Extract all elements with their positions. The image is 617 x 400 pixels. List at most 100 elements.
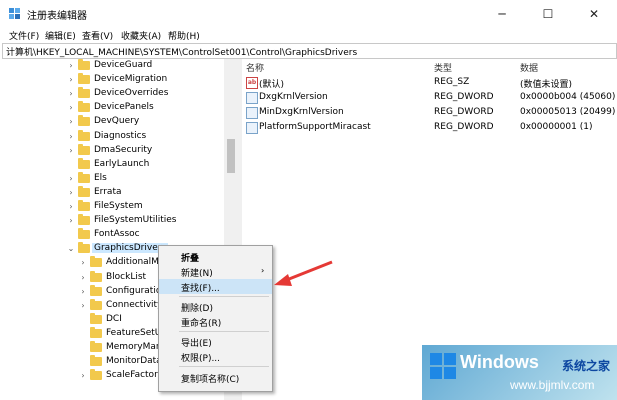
chevron-right-icon[interactable]: › xyxy=(66,73,76,87)
tree-item-label: BlockList xyxy=(106,271,147,282)
folder-icon xyxy=(78,143,90,155)
value-data: 0x00000001 (1) xyxy=(520,122,593,132)
menu-item-rename[interactable]: 重命名(R) xyxy=(159,314,272,329)
chevron-right-icon[interactable]: › xyxy=(78,256,88,270)
menu-item-permissions[interactable]: 权限(P)... xyxy=(159,349,272,364)
regedit-window: 注册表编辑器 ─ ☐ ✕ 文件(F) 编辑(E) 查看(V) 收藏夹(A) 帮助… xyxy=(0,0,617,400)
folder-icon xyxy=(78,242,90,254)
menu-item-collapse[interactable]: 折叠 xyxy=(159,249,272,264)
folder-icon xyxy=(78,214,90,226)
address-bar[interactable]: 计算机\HKEY_LOCAL_MACHINE\SYSTEM\ControlSet… xyxy=(2,43,617,59)
value-type: REG_SZ xyxy=(434,77,470,87)
table-row[interactable]: DxgKrnlVersion REG_DWORD 0x0000b004 (45060… xyxy=(244,91,617,105)
menu-item-export[interactable]: 导出(E) xyxy=(159,334,272,349)
maximize-button[interactable]: ☐ xyxy=(525,0,571,28)
menu-view[interactable]: 查看(V) xyxy=(82,29,113,42)
chevron-right-icon[interactable]: › xyxy=(78,285,88,299)
column-header-type[interactable]: 类型 xyxy=(434,61,452,74)
tree-item-label: Errata xyxy=(94,186,122,197)
chevron-right-icon: › xyxy=(261,266,265,275)
menu-favorites[interactable]: 收藏夹(A) xyxy=(121,29,161,42)
tree-item-label: ScaleFactors xyxy=(106,370,163,381)
menu-bar: 文件(F) 编辑(E) 查看(V) 收藏夹(A) 帮助(H) xyxy=(0,28,617,43)
delete-label: 删除(D) xyxy=(181,304,213,314)
value-name: PlatformSupportMiracast xyxy=(259,122,371,132)
folder-icon xyxy=(90,355,102,367)
table-row[interactable]: MinDxgKrnlVersion REG_DWORD 0x00005013 (20… xyxy=(244,106,617,120)
site-watermark: Windows 系统之家 www.bjjmlv.com xyxy=(422,345,617,400)
folder-icon xyxy=(78,73,90,85)
menu-edit[interactable]: 编辑(E) xyxy=(45,29,76,42)
menu-help[interactable]: 帮助(H) xyxy=(168,29,200,42)
tree-item-label: DeviceMigration xyxy=(94,74,168,85)
menu-item-find[interactable]: 查找(F)... xyxy=(159,279,272,294)
chevron-right-icon[interactable]: › xyxy=(66,59,76,73)
folder-icon xyxy=(90,270,102,282)
value-type: REG_DWORD xyxy=(434,92,494,102)
table-row[interactable]: PlatformSupportMiracast REG_DWORD 0x000000… xyxy=(244,121,617,135)
binary-value-icon xyxy=(246,107,258,119)
tree-item-label: Els xyxy=(94,172,107,183)
menu-item-copy-key-name[interactable]: 复制项名称(C) xyxy=(159,370,272,385)
folder-icon xyxy=(90,298,102,310)
annotation-arrow-icon xyxy=(274,260,333,286)
folder-icon xyxy=(78,101,90,113)
chevron-right-icon[interactable]: › xyxy=(78,369,88,383)
close-button[interactable]: ✕ xyxy=(571,0,617,28)
chevron-right-icon[interactable]: › xyxy=(66,101,76,115)
menu-separator xyxy=(179,296,269,297)
value-data: 0x0000b004 (45060) xyxy=(520,92,616,102)
chevron-down-icon[interactable]: ⌄ xyxy=(66,242,76,256)
folder-icon xyxy=(90,284,102,296)
permissions-label: 权限(P)... xyxy=(181,354,221,364)
tree-item-label: DevicePanels xyxy=(94,102,154,113)
chevron-right-icon[interactable]: › xyxy=(66,130,76,144)
column-header-data[interactable]: 数据 xyxy=(520,61,538,74)
chevron-right-icon[interactable]: › xyxy=(66,87,76,101)
folder-icon xyxy=(90,341,102,352)
tree-item-label: FileSystem xyxy=(94,201,143,211)
column-header-name[interactable]: 名称 xyxy=(246,61,264,74)
tree-scrollbar-thumb[interactable] xyxy=(227,139,235,173)
menu-item-new[interactable]: 新建(N) › xyxy=(159,264,272,279)
folder-icon xyxy=(78,115,90,127)
tree-item-label: GraphicsDrivers xyxy=(92,243,169,254)
menu-item-delete[interactable]: 删除(D) xyxy=(159,299,272,314)
binary-value-icon xyxy=(246,122,258,134)
string-value-icon: ab xyxy=(246,77,258,89)
tree-item-label: EarlyLaunch xyxy=(94,158,150,169)
title-bar[interactable]: 注册表编辑器 ─ ☐ ✕ xyxy=(0,0,617,28)
tree-item-label: DmaSecurity xyxy=(94,144,153,155)
chevron-right-icon[interactable]: › xyxy=(66,186,76,200)
address-path: 计算机\HKEY_LOCAL_MACHINE\SYSTEM\ControlSet… xyxy=(6,48,358,58)
folder-icon xyxy=(90,312,102,324)
minimize-button[interactable]: ─ xyxy=(479,0,525,28)
chevron-right-icon[interactable]: › xyxy=(66,200,76,214)
chevron-right-icon[interactable]: › xyxy=(66,214,76,228)
table-row[interactable]: ab (默认) REG_SZ (数值未设置) xyxy=(244,76,617,90)
value-type: REG_DWORD xyxy=(434,122,494,132)
find-label: 查找(F)... xyxy=(181,284,220,294)
folder-icon xyxy=(78,228,90,240)
chevron-right-icon[interactable]: › xyxy=(78,271,88,285)
value-type: REG_DWORD xyxy=(434,107,494,117)
chevron-right-icon[interactable]: › xyxy=(66,115,76,129)
folder-icon xyxy=(78,157,90,169)
chevron-right-icon[interactable]: › xyxy=(66,144,76,158)
export-label: 导出(E) xyxy=(181,339,212,349)
tree-item-label: FileSystemUtilities xyxy=(94,215,177,226)
tree-item-label: Diagnostics xyxy=(94,130,147,141)
menu-file[interactable]: 文件(F) xyxy=(9,29,39,42)
folder-icon xyxy=(90,256,102,268)
tree-item-label: AdditionalMo xyxy=(106,257,165,268)
folder-icon xyxy=(78,185,90,197)
binary-value-icon xyxy=(246,92,258,104)
copy-key-name-label: 复制项名称(C) xyxy=(181,375,240,385)
folder-icon xyxy=(78,129,90,141)
chevron-right-icon[interactable]: › xyxy=(66,172,76,186)
value-data: 0x00005013 (20499) xyxy=(520,107,616,117)
tree-item-label: MemoryMan xyxy=(106,342,162,352)
folder-icon xyxy=(78,59,90,70)
tree-item-label: FontAssoc xyxy=(94,229,140,240)
chevron-right-icon[interactable]: › xyxy=(78,299,88,313)
